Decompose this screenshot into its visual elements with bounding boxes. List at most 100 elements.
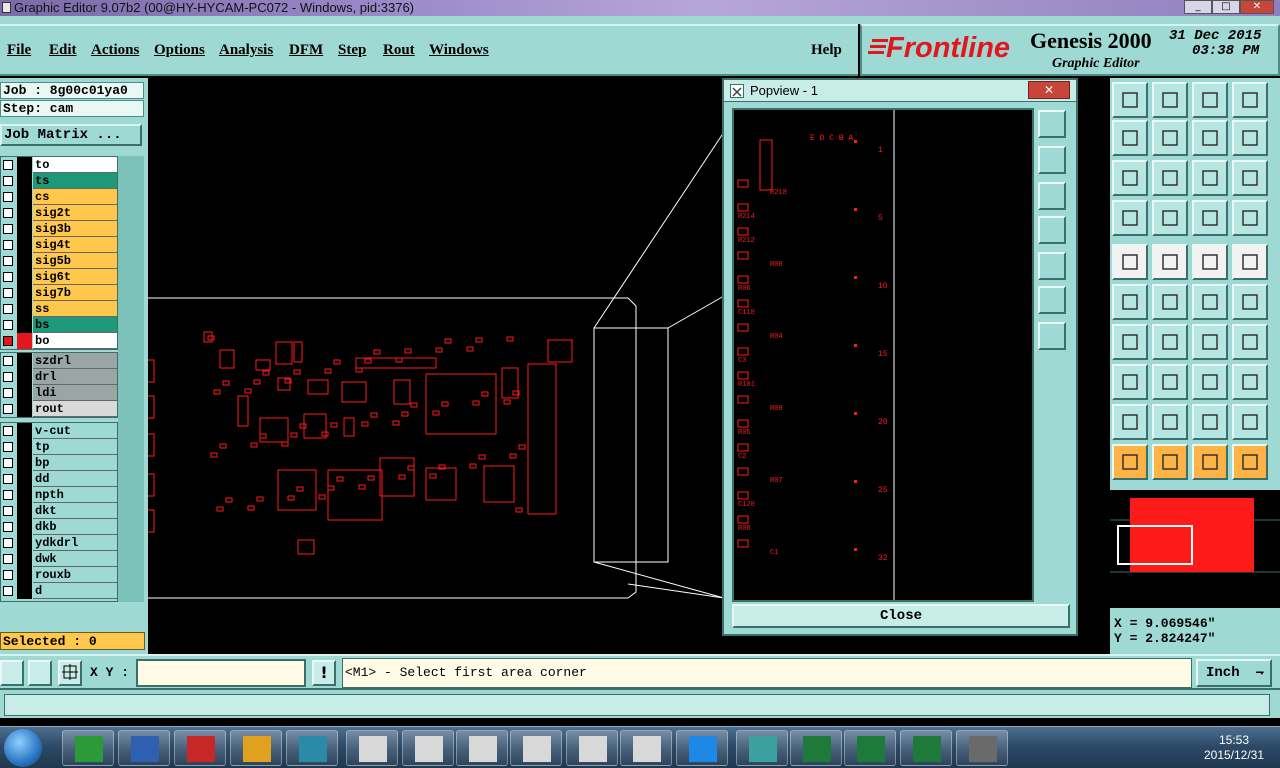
layer-name[interactable]: sig4t xyxy=(33,237,117,253)
taskbar-app-8[interactable] xyxy=(456,730,508,766)
layer-checkbox[interactable] xyxy=(3,208,13,218)
snap-icon[interactable] xyxy=(28,660,52,686)
layer-checkbox[interactable] xyxy=(3,288,13,298)
layer-name[interactable]: dkt xyxy=(33,503,117,519)
tool-button-16[interactable] xyxy=(1232,200,1268,236)
layer-color-swatch[interactable] xyxy=(17,551,32,567)
popview-tool-1[interactable] xyxy=(1038,110,1066,138)
layer-color-swatch[interactable] xyxy=(17,317,32,333)
layer-name[interactable]: npth xyxy=(33,487,117,503)
layer-row[interactable]: dkt xyxy=(1,503,117,519)
taskbar-app-10[interactable] xyxy=(566,730,618,766)
tool-button-33[interactable] xyxy=(1112,404,1148,440)
layer-color-swatch[interactable] xyxy=(17,237,32,253)
layer-color-swatch[interactable] xyxy=(17,269,32,285)
popview-tool-3[interactable] xyxy=(1038,182,1066,210)
taskbar-app-7[interactable] xyxy=(402,730,454,766)
tool-button-25[interactable] xyxy=(1112,324,1148,360)
layer-checkbox[interactable] xyxy=(3,442,13,452)
tool-button-10[interactable] xyxy=(1152,160,1188,196)
layer-row[interactable]: v-cut xyxy=(1,423,117,439)
layer-checkbox[interactable] xyxy=(3,404,13,414)
layer-checkbox[interactable] xyxy=(3,426,13,436)
maximize-button[interactable]: □ xyxy=(1212,0,1240,14)
layer-name[interactable]: dd xyxy=(33,471,117,487)
layer-checkbox[interactable] xyxy=(3,272,13,282)
taskbar-app-11[interactable] xyxy=(620,730,672,766)
tool-button-2[interactable] xyxy=(1152,82,1188,118)
popview-tool-5[interactable] xyxy=(1038,252,1066,280)
tool-button-6[interactable] xyxy=(1152,120,1188,156)
tool-button-32[interactable] xyxy=(1232,364,1268,400)
menu-help[interactable]: Help xyxy=(811,42,842,59)
layer-checkbox[interactable] xyxy=(3,372,13,382)
layer-name[interactable]: dkb xyxy=(33,519,117,535)
layer-name[interactable]: sig2t xyxy=(33,205,117,221)
alert-icon[interactable]: ! xyxy=(312,660,336,686)
layer-row[interactable]: ydkdrl xyxy=(1,535,117,551)
tool-button-24[interactable] xyxy=(1232,284,1268,320)
tool-button-37[interactable] xyxy=(1112,444,1148,480)
menu-dfm[interactable]: DFM xyxy=(289,42,323,59)
layer-row[interactable]: tp xyxy=(1,439,117,455)
tool-button-18[interactable] xyxy=(1152,244,1188,280)
layer-color-swatch[interactable] xyxy=(17,369,32,385)
layer-color-swatch[interactable] xyxy=(17,439,32,455)
layer-checkbox[interactable] xyxy=(3,490,13,500)
layer-checkbox[interactable] xyxy=(3,240,13,250)
layer-checkbox[interactable] xyxy=(3,336,13,346)
tool-button-17[interactable] xyxy=(1112,244,1148,280)
popview-close-button[interactable]: Close xyxy=(732,604,1070,628)
layer-checkbox[interactable] xyxy=(3,304,13,314)
layer-name[interactable]: ss xyxy=(33,301,117,317)
grid-icon[interactable] xyxy=(58,660,82,686)
menu-options[interactable]: Options xyxy=(154,42,205,59)
layer-name[interactable]: sig7b xyxy=(33,285,117,301)
layer-row[interactable]: bo xyxy=(1,333,117,349)
tool-button-9[interactable] xyxy=(1112,160,1148,196)
layer-checkbox[interactable] xyxy=(3,320,13,330)
layer-checkbox[interactable] xyxy=(3,474,13,484)
layer-name[interactable]: bs xyxy=(33,317,117,333)
tool-button-15[interactable] xyxy=(1192,200,1228,236)
layer-scrollbar[interactable] xyxy=(118,156,144,602)
layer-name[interactable]: sig5b xyxy=(33,253,117,269)
taskbar-app-5[interactable] xyxy=(286,730,338,766)
layer-color-swatch[interactable] xyxy=(17,353,32,369)
layer-name[interactable]: bp xyxy=(33,455,117,471)
tool-button-20[interactable] xyxy=(1232,244,1268,280)
taskbar-app-9[interactable] xyxy=(510,730,562,766)
layer-row[interactable]: sig6t xyxy=(1,269,117,285)
layer-color-swatch[interactable] xyxy=(17,301,32,317)
layer-row[interactable]: dd xyxy=(1,471,117,487)
layer-row[interactable]: sig4t xyxy=(1,237,117,253)
minimize-button[interactable]: _ xyxy=(1184,0,1212,14)
layer-row[interactable]: sig3b xyxy=(1,221,117,237)
layer-color-swatch[interactable] xyxy=(17,503,32,519)
taskbar-app-6[interactable] xyxy=(346,730,398,766)
layer-color-swatch[interactable] xyxy=(17,401,32,417)
tool-button-21[interactable] xyxy=(1112,284,1148,320)
tool-button-8[interactable] xyxy=(1232,120,1268,156)
layer-name[interactable]: sig6t xyxy=(33,269,117,285)
layer-row[interactable]: dwk xyxy=(1,551,117,567)
layer-color-swatch[interactable] xyxy=(17,583,32,599)
layer-row[interactable]: ss xyxy=(1,301,117,317)
menu-analysis[interactable]: Analysis xyxy=(219,42,273,59)
tool-button-35[interactable] xyxy=(1192,404,1228,440)
tool-button-38[interactable] xyxy=(1152,444,1188,480)
layer-row[interactable]: dkb xyxy=(1,519,117,535)
layer-color-swatch[interactable] xyxy=(17,471,32,487)
taskbar-app-15[interactable] xyxy=(844,730,896,766)
popview-canvas[interactable]: E D C B A 1 5 10 15 20 25 32 R218 R214 R212 R08 R06 C… xyxy=(732,108,1034,602)
taskbar-app-12[interactable] xyxy=(676,730,728,766)
tool-button-19[interactable] xyxy=(1192,244,1228,280)
menu-file[interactable]: File xyxy=(7,42,31,59)
popview-tool-4[interactable] xyxy=(1038,216,1066,244)
tool-button-3[interactable] xyxy=(1192,82,1228,118)
close-window-button[interactable]: ✕ xyxy=(1240,0,1274,14)
layer-color-swatch[interactable] xyxy=(17,535,32,551)
layer-row[interactable]: ldi xyxy=(1,385,117,401)
layer-name[interactable]: to xyxy=(33,157,117,173)
layer-color-swatch[interactable] xyxy=(17,253,32,269)
